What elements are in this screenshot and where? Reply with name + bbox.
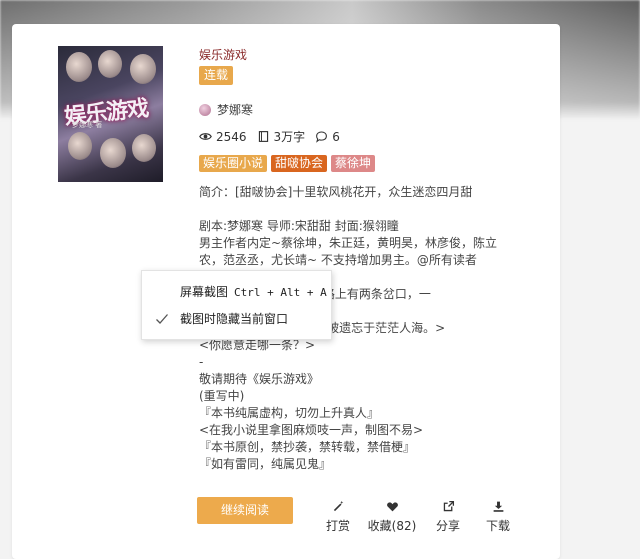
intro-line: - — [199, 355, 204, 369]
menu-item-shortcut: Ctrl + Alt + A — [234, 286, 327, 299]
author-row[interactable]: 梦娜寒 — [199, 101, 253, 118]
cover-figure — [130, 54, 156, 84]
intro-line: 『本书原创，禁抄袭，禁转载，禁借梗』 — [199, 440, 416, 454]
intro-line: 『本书纯属虚构，切勿上升真人』 — [199, 406, 380, 420]
intro-line: <在我小说里拿图麻烦吱一声，制图不易> — [199, 423, 424, 437]
menu-item-label: 截图时隐藏当前窗口 — [180, 312, 289, 326]
checkmark-icon — [156, 314, 168, 324]
status-badge: 连载 — [199, 66, 234, 85]
comments-stat: 6 — [315, 130, 340, 144]
menu-item-label: 屏幕截图 — [180, 285, 229, 299]
words-count: 3万字 — [273, 130, 306, 144]
magic-wand-icon — [333, 500, 343, 512]
author-name[interactable]: 梦娜寒 — [217, 101, 253, 118]
book-cover-image[interactable]: 娱乐游戏 梦娜寒 著 — [58, 46, 163, 182]
author-avatar — [199, 103, 211, 116]
heart-icon — [386, 502, 398, 512]
menu-item-hide-window[interactable]: 截图时隐藏当前窗口 — [142, 308, 333, 330]
cover-figure — [66, 52, 92, 82]
cover-figure — [98, 50, 122, 78]
tag-item[interactable]: 蔡徐坤 — [331, 155, 376, 172]
menu-item-screenshot[interactable]: 屏幕截图 Ctrl + Alt + A — [142, 281, 333, 303]
tip-button[interactable]: 打赏 — [320, 500, 356, 534]
intro-line: 敬请期待《娱乐游戏》 — [199, 372, 320, 386]
favorite-button[interactable]: 收藏(82) — [366, 500, 418, 534]
download-button[interactable]: 下载 — [480, 500, 516, 534]
cover-author: 梦娜寒 著 — [72, 121, 103, 129]
comment-icon — [316, 131, 328, 143]
book-title[interactable]: 娱乐游戏 — [199, 46, 247, 63]
continue-reading-button[interactable]: 继续阅读 — [197, 497, 293, 524]
screenshot-context-menu: 屏幕截图 Ctrl + Alt + A 截图时隐藏当前窗口 — [141, 270, 332, 340]
intro-line — [199, 201, 505, 218]
download-icon — [493, 501, 503, 512]
intro-line: 简介：[甜啵协会]十里软风桃花开，众生迷恋四月甜 — [199, 185, 473, 199]
download-label: 下载 — [485, 519, 510, 533]
tip-label: 打赏 — [325, 519, 350, 533]
intro-line: 『如有雷同，纯属见鬼』 — [199, 457, 332, 471]
eye-icon — [199, 133, 212, 140]
views-count: 2546 — [216, 129, 247, 144]
share-button[interactable]: 分享 — [428, 500, 468, 534]
action-bar: 打赏 收藏(82) 分享 下载 — [320, 500, 516, 534]
tag-item[interactable]: 娱乐圈小说 — [199, 155, 268, 172]
book-icon — [258, 131, 268, 142]
comments-count: 6 — [332, 129, 340, 144]
intro-line: 男主作者内定~蔡徐坤，朱正廷，黄明昊，林彦俊，陈立农，范丞丞，尤长靖~ 不支持增… — [199, 236, 498, 267]
intro-line: 剧本:梦娜寒 导师:宋甜甜 封面:猴翎瞳 — [199, 219, 399, 233]
tag-list: 娱乐圈小说 甜啵协会 蔡徐坤 — [199, 155, 376, 172]
share-icon — [443, 500, 454, 512]
favorite-label: 收藏(82) — [367, 519, 417, 533]
cover-figure — [100, 138, 126, 168]
cover-figure — [68, 132, 92, 160]
views-stat: 2546 — [199, 130, 247, 144]
words-stat: 3万字 — [257, 128, 306, 145]
tag-item[interactable]: 甜啵协会 — [271, 155, 328, 172]
book-stats: 2546 3万字 6 — [199, 128, 340, 145]
cover-figure — [132, 134, 156, 162]
share-label: 分享 — [435, 519, 460, 533]
intro-line: (重写中) — [199, 389, 245, 403]
